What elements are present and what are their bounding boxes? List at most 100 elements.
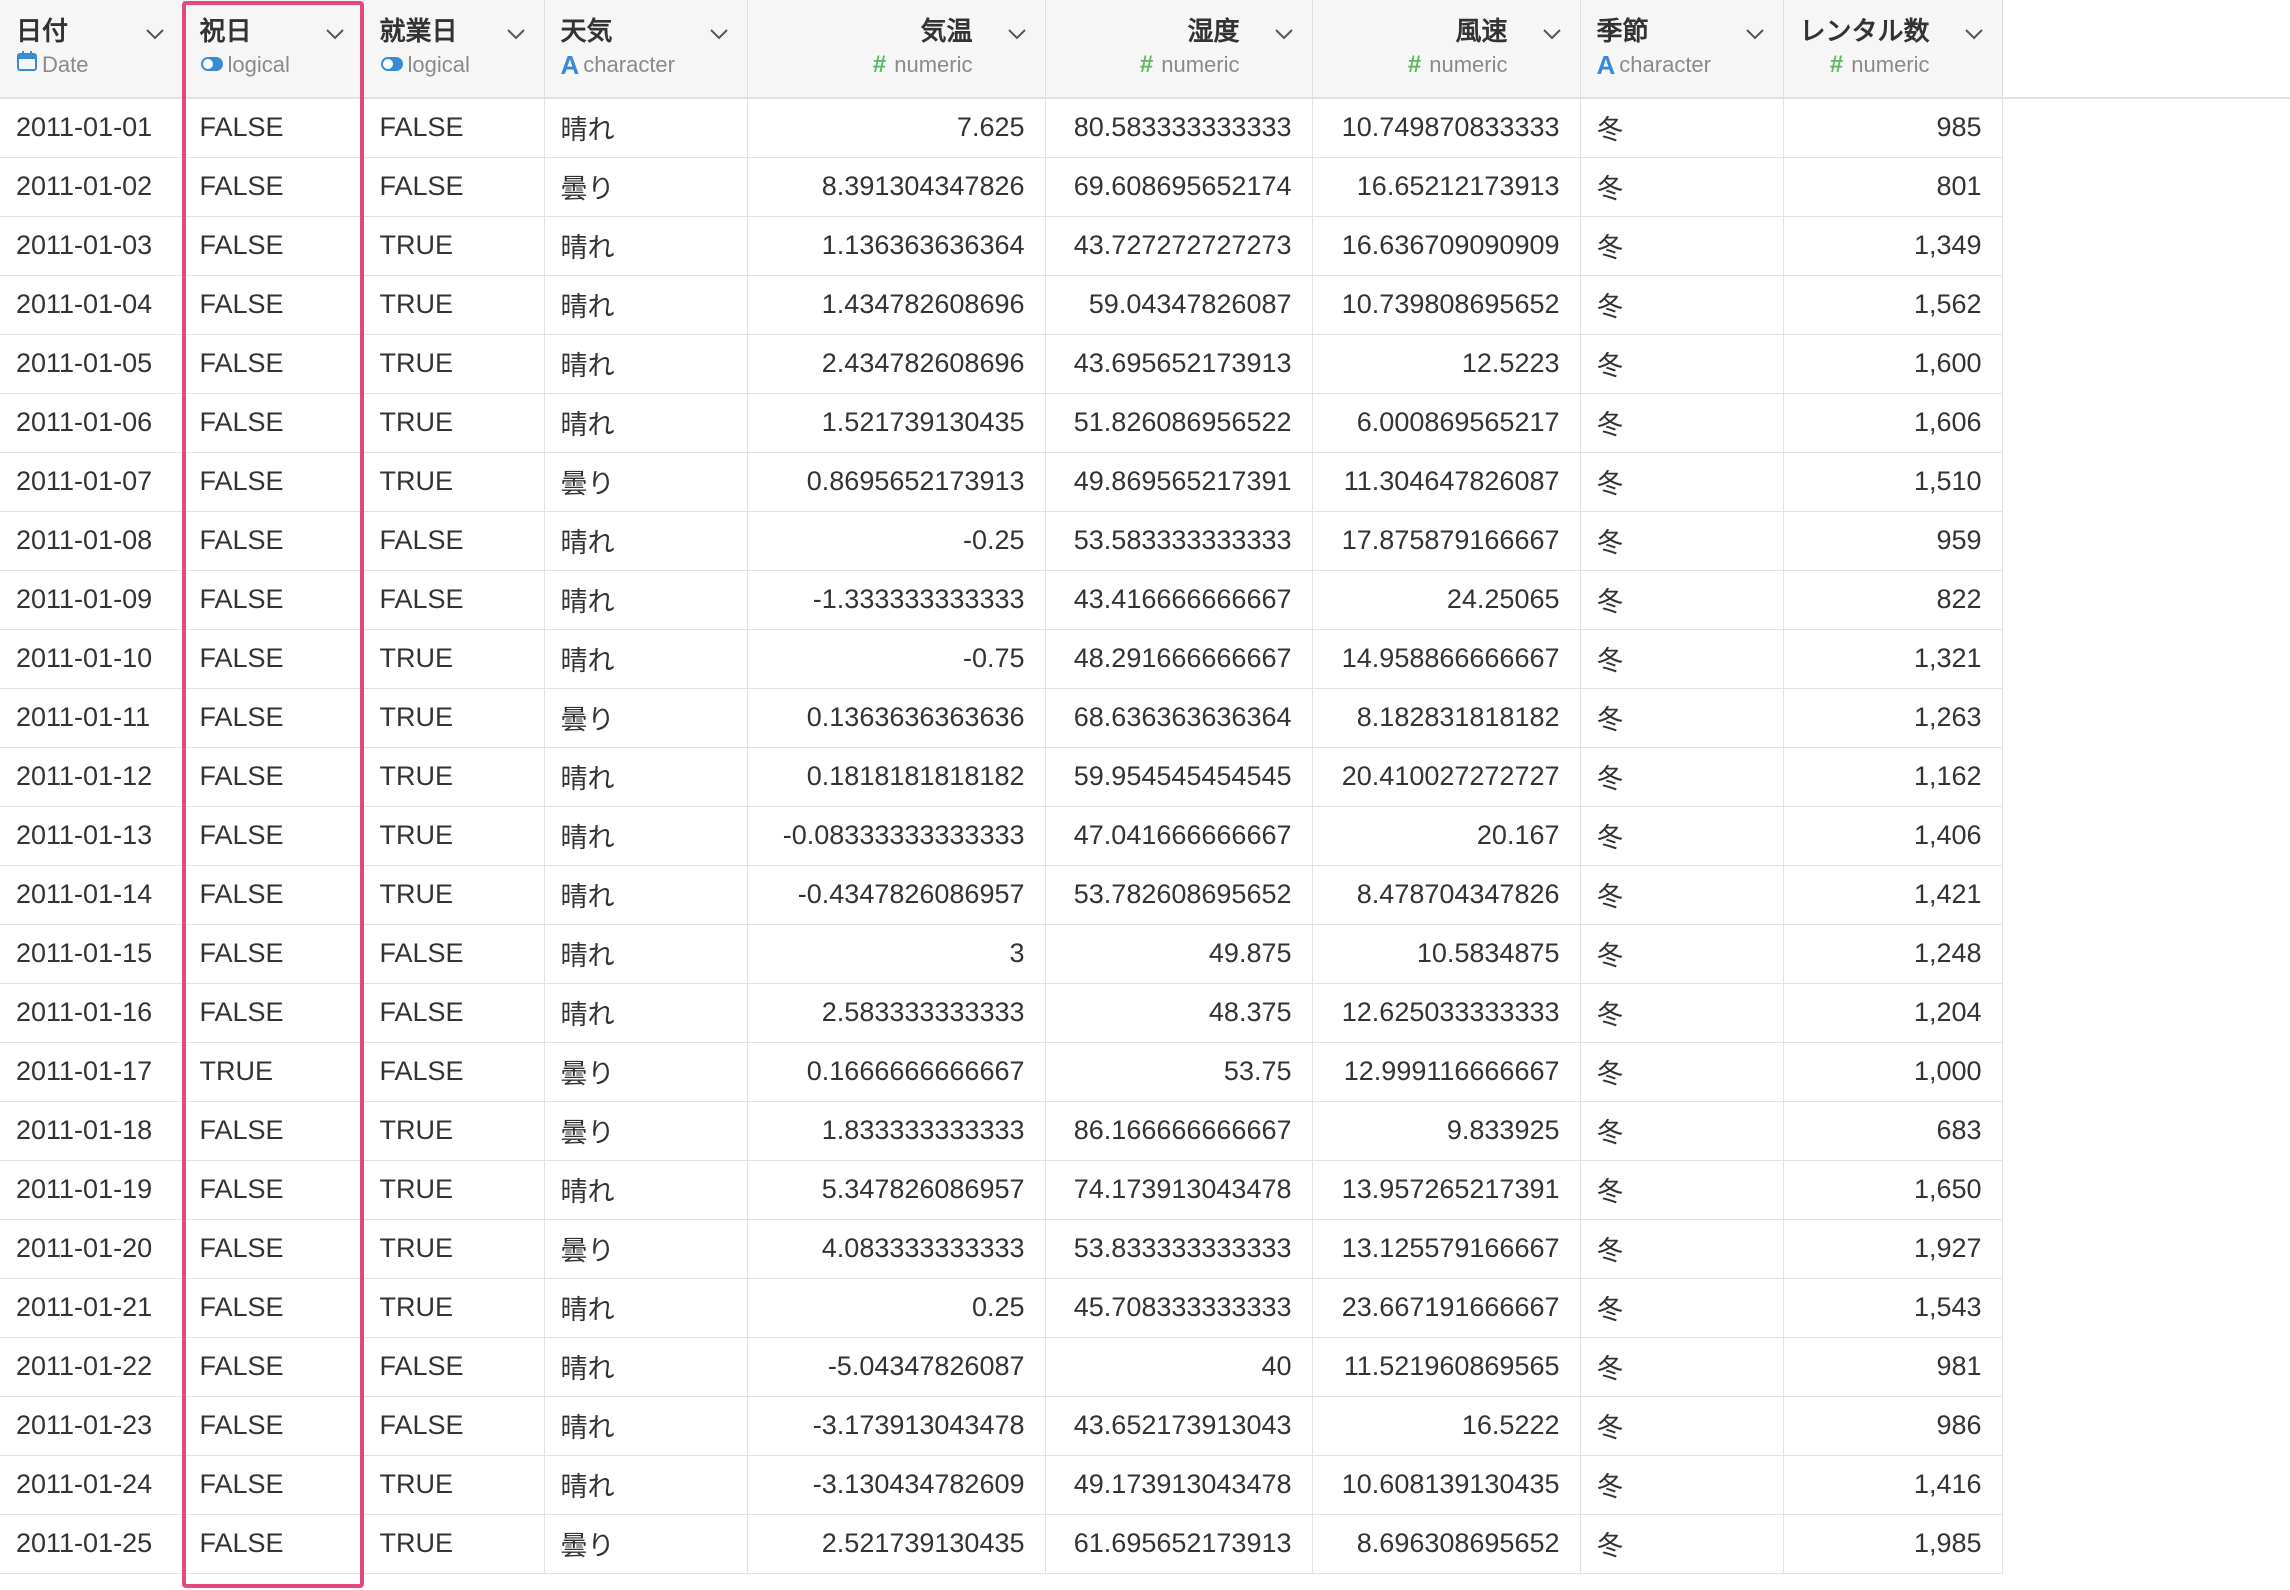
cell-season[interactable]: 冬 — [1580, 983, 1784, 1043]
chevron-down-icon[interactable] — [1962, 22, 1986, 46]
cell-season[interactable]: 冬 — [1580, 1160, 1784, 1220]
cell-humidity[interactable]: 48.291666666667 — [1045, 629, 1313, 689]
column-header-humidity[interactable]: 湿度 # numeric — [1045, 0, 1313, 99]
cell-holiday[interactable]: FALSE — [183, 1101, 364, 1161]
cell-rental-count[interactable]: 1,321 — [1783, 629, 2003, 689]
cell-wind-speed[interactable]: 12.999116666667 — [1312, 1042, 1581, 1102]
cell-temperature[interactable]: 1.521739130435 — [747, 393, 1046, 453]
cell-weather[interactable]: 晴れ — [544, 334, 748, 394]
cell-humidity[interactable]: 69.608695652174 — [1045, 157, 1313, 217]
table-row[interactable]: 2011-01-12 FALSE TRUE 晴れ 0.1818181818182 59.9… — [0, 747, 2003, 807]
column-header-wind-speed[interactable]: 風速 # numeric — [1312, 0, 1581, 99]
cell-temperature[interactable]: 1.136363636364 — [747, 216, 1046, 276]
cell-temperature[interactable]: 3 — [747, 924, 1046, 984]
table-row[interactable]: 2011-01-25 FALSE TRUE 曇り 2.521739130435 61.69… — [0, 1514, 2003, 1574]
cell-workday[interactable]: FALSE — [363, 1042, 545, 1102]
cell-temperature[interactable]: -3.173913043478 — [747, 1396, 1046, 1456]
cell-wind-speed[interactable]: 20.410027272727 — [1312, 747, 1581, 807]
cell-wind-speed[interactable]: 9.833925 — [1312, 1101, 1581, 1161]
cell-holiday[interactable]: FALSE — [183, 924, 364, 984]
cell-wind-speed[interactable]: 24.25065 — [1312, 570, 1581, 630]
table-row[interactable]: 2011-01-23 FALSE FALSE 晴れ -3.173913043478 43.… — [0, 1396, 2003, 1456]
chevron-down-icon[interactable] — [1743, 22, 1767, 46]
cell-wind-speed[interactable]: 11.521960869565 — [1312, 1337, 1581, 1397]
cell-humidity[interactable]: 86.166666666667 — [1045, 1101, 1313, 1161]
cell-temperature[interactable]: -3.130434782609 — [747, 1455, 1046, 1515]
cell-wind-speed[interactable]: 23.667191666667 — [1312, 1278, 1581, 1338]
cell-date[interactable]: 2011-01-10 — [0, 629, 184, 689]
table-row[interactable]: 2011-01-15 FALSE FALSE 晴れ 3 49.875 10.5834875 冬… — [0, 924, 2003, 984]
cell-rental-count[interactable]: 1,204 — [1783, 983, 2003, 1043]
table-row[interactable]: 2011-01-04 FALSE TRUE 晴れ 1.434782608696 59.04… — [0, 275, 2003, 335]
column-header-season[interactable]: 季節 Acharacter — [1580, 0, 1784, 99]
cell-holiday[interactable]: FALSE — [183, 629, 364, 689]
cell-workday[interactable]: FALSE — [363, 511, 545, 571]
cell-weather[interactable]: 晴れ — [544, 1396, 748, 1456]
cell-rental-count[interactable]: 985 — [1783, 98, 2003, 158]
cell-weather[interactable]: 晴れ — [544, 1160, 748, 1220]
cell-wind-speed[interactable]: 12.625033333333 — [1312, 983, 1581, 1043]
cell-season[interactable]: 冬 — [1580, 1042, 1784, 1102]
cell-rental-count[interactable]: 1,543 — [1783, 1278, 2003, 1338]
cell-wind-speed[interactable]: 13.957265217391 — [1312, 1160, 1581, 1220]
cell-workday[interactable]: TRUE — [363, 629, 545, 689]
cell-weather[interactable]: 晴れ — [544, 393, 748, 453]
cell-holiday[interactable]: FALSE — [183, 688, 364, 748]
cell-season[interactable]: 冬 — [1580, 511, 1784, 571]
cell-rental-count[interactable]: 1,349 — [1783, 216, 2003, 276]
cell-humidity[interactable]: 40 — [1045, 1337, 1313, 1397]
cell-weather[interactable]: 晴れ — [544, 275, 748, 335]
cell-workday[interactable]: TRUE — [363, 1160, 545, 1220]
cell-rental-count[interactable]: 1,000 — [1783, 1042, 2003, 1102]
cell-holiday[interactable]: FALSE — [183, 98, 364, 158]
table-row[interactable]: 2011-01-06 FALSE TRUE 晴れ 1.521739130435 51.82… — [0, 393, 2003, 453]
cell-weather[interactable]: 曇り — [544, 1042, 748, 1102]
cell-temperature[interactable]: 2.583333333333 — [747, 983, 1046, 1043]
table-row[interactable]: 2011-01-10 FALSE TRUE 晴れ -0.75 48.29166666666… — [0, 629, 2003, 689]
cell-humidity[interactable]: 48.375 — [1045, 983, 1313, 1043]
cell-humidity[interactable]: 53.782608695652 — [1045, 865, 1313, 925]
cell-temperature[interactable]: 0.25 — [747, 1278, 1046, 1338]
table-row[interactable]: 2011-01-01 FALSE FALSE 晴れ 7.625 80.5833333333… — [0, 98, 2003, 158]
cell-temperature[interactable]: 2.434782608696 — [747, 334, 1046, 394]
cell-holiday[interactable]: FALSE — [183, 334, 364, 394]
column-header-holiday[interactable]: 祝日 logical — [183, 0, 364, 99]
cell-weather[interactable]: 晴れ — [544, 216, 748, 276]
cell-temperature[interactable]: 8.391304347826 — [747, 157, 1046, 217]
table-row[interactable]: 2011-01-08 FALSE FALSE 晴れ -0.25 53.5833333333… — [0, 511, 2003, 571]
cell-wind-speed[interactable]: 17.875879166667 — [1312, 511, 1581, 571]
cell-wind-speed[interactable]: 10.739808695652 — [1312, 275, 1581, 335]
cell-season[interactable]: 冬 — [1580, 157, 1784, 217]
cell-humidity[interactable]: 53.583333333333 — [1045, 511, 1313, 571]
cell-season[interactable]: 冬 — [1580, 1278, 1784, 1338]
cell-temperature[interactable]: -1.333333333333 — [747, 570, 1046, 630]
cell-weather[interactable]: 晴れ — [544, 570, 748, 630]
cell-rental-count[interactable]: 1,162 — [1783, 747, 2003, 807]
cell-wind-speed[interactable]: 13.125579166667 — [1312, 1219, 1581, 1279]
cell-wind-speed[interactable]: 16.5222 — [1312, 1396, 1581, 1456]
cell-humidity[interactable]: 74.173913043478 — [1045, 1160, 1313, 1220]
cell-holiday[interactable]: FALSE — [183, 983, 364, 1043]
cell-weather[interactable]: 曇り — [544, 452, 748, 512]
cell-wind-speed[interactable]: 12.5223 — [1312, 334, 1581, 394]
cell-temperature[interactable]: 0.1818181818182 — [747, 747, 1046, 807]
cell-temperature[interactable]: 0.1666666666667 — [747, 1042, 1046, 1102]
chevron-down-icon[interactable] — [1005, 22, 1029, 46]
cell-workday[interactable]: FALSE — [363, 1337, 545, 1397]
cell-workday[interactable]: FALSE — [363, 570, 545, 630]
chevron-down-icon[interactable] — [707, 22, 731, 46]
cell-rental-count[interactable]: 1,600 — [1783, 334, 2003, 394]
cell-temperature[interactable]: -0.75 — [747, 629, 1046, 689]
table-row[interactable]: 2011-01-11 FALSE TRUE 曇り 0.1363636363636 68.6… — [0, 688, 2003, 748]
cell-date[interactable]: 2011-01-20 — [0, 1219, 184, 1279]
cell-date[interactable]: 2011-01-14 — [0, 865, 184, 925]
cell-date[interactable]: 2011-01-13 — [0, 806, 184, 866]
cell-humidity[interactable]: 68.636363636364 — [1045, 688, 1313, 748]
cell-weather[interactable]: 晴れ — [544, 98, 748, 158]
table-row[interactable]: 2011-01-09 FALSE FALSE 晴れ -1.333333333333 43.… — [0, 570, 2003, 630]
cell-humidity[interactable]: 43.652173913043 — [1045, 1396, 1313, 1456]
cell-season[interactable]: 冬 — [1580, 275, 1784, 335]
column-header-temperature[interactable]: 気温 # numeric — [747, 0, 1046, 99]
cell-weather[interactable]: 曇り — [544, 1101, 748, 1161]
cell-wind-speed[interactable]: 8.478704347826 — [1312, 865, 1581, 925]
